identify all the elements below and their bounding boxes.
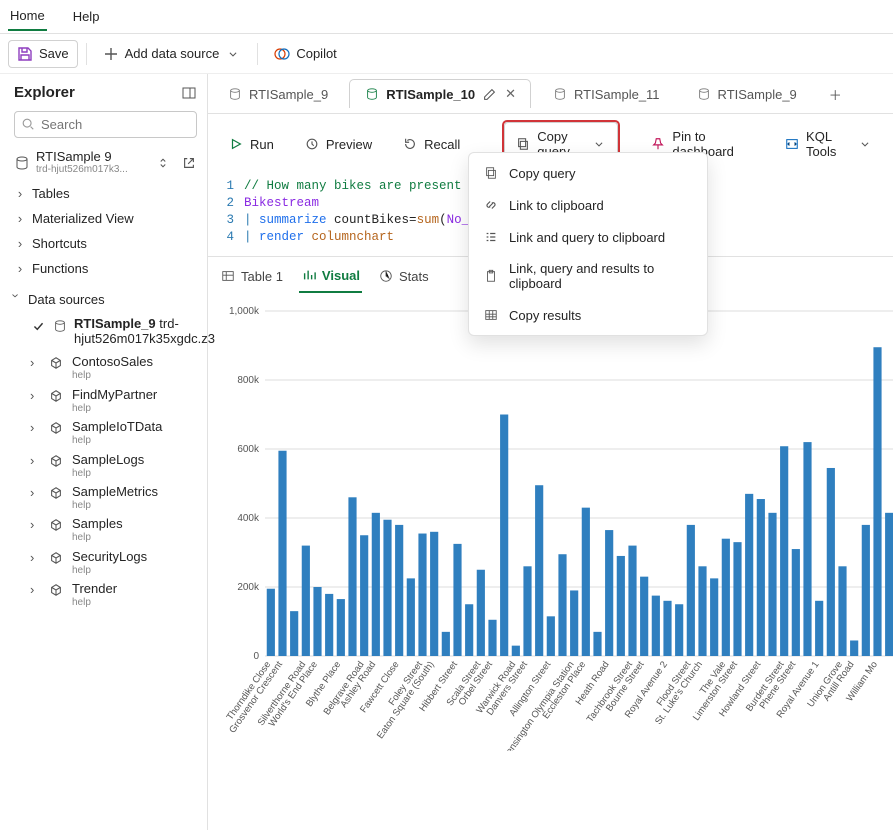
panel-collapse-icon[interactable] xyxy=(181,85,197,101)
tools-icon xyxy=(784,136,800,152)
db-name: RTISample 9 xyxy=(36,150,149,164)
add-data-source-button[interactable]: Add data source xyxy=(95,41,250,67)
query-icon xyxy=(227,86,243,102)
kql-tools-button[interactable]: KQL Tools xyxy=(774,123,883,165)
link-query-results-item[interactable]: Link, query and results to clipboard xyxy=(469,253,707,299)
database-icon xyxy=(52,318,68,334)
explorer-search-input[interactable] xyxy=(14,111,197,138)
check-icon xyxy=(30,318,46,334)
chevron-down-icon xyxy=(225,46,241,62)
ds-item[interactable]: › SampleIoTDatahelp xyxy=(0,417,207,449)
ds-selected-name: RTISample_9 xyxy=(74,316,156,331)
preview-icon xyxy=(304,136,320,152)
results-tab-table[interactable]: Table 1 xyxy=(218,264,285,292)
tree-tables[interactable]: ›Tables xyxy=(0,181,207,206)
pin-icon xyxy=(650,136,666,152)
svg-text:600k: 600k xyxy=(237,444,260,455)
chart-icon xyxy=(301,267,317,283)
explorer-title: Explorer xyxy=(14,84,75,101)
save-icon xyxy=(17,46,33,62)
updown-icon[interactable] xyxy=(155,155,171,171)
tree-shortcuts[interactable]: ›Shortcuts xyxy=(0,231,207,256)
svg-text:800k: 800k xyxy=(237,375,260,386)
add-data-source-label: Add data source xyxy=(125,46,220,61)
table-icon xyxy=(483,307,499,323)
table-icon xyxy=(220,268,236,284)
copy-icon xyxy=(515,136,531,152)
tree-functions[interactable]: ›Functions xyxy=(0,256,207,281)
plus-icon xyxy=(103,46,119,62)
edit-icon[interactable] xyxy=(481,86,497,102)
results-tab-visual[interactable]: Visual xyxy=(299,263,362,293)
ds-item[interactable]: › ContosoSaleshelp xyxy=(0,352,207,384)
tab-rtisample-11[interactable]: RTISample_11 xyxy=(537,79,675,108)
database-icon xyxy=(14,155,30,171)
ds-item[interactable]: › Sampleshelp xyxy=(0,514,207,546)
link-query-clipboard-item[interactable]: Link and query to clipboard xyxy=(469,221,707,253)
ds-item[interactable]: › SecurityLogshelp xyxy=(0,547,207,579)
clipboard-icon xyxy=(483,268,499,284)
copilot-icon xyxy=(274,46,290,62)
plus-icon: ＋ xyxy=(829,85,842,104)
ds-item[interactable]: › SampleMetricshelp xyxy=(0,482,207,514)
list-icon xyxy=(483,229,499,245)
cluster-icon xyxy=(48,388,64,404)
preview-button[interactable]: Preview xyxy=(294,130,382,158)
tree-data-sources[interactable]: › Data sources xyxy=(0,287,207,312)
copilot-button[interactable]: Copilot xyxy=(266,41,344,67)
tab-rtisample-9[interactable]: RTISample_9 xyxy=(212,79,343,108)
cluster-icon xyxy=(48,355,64,371)
chevron-down-icon xyxy=(857,136,873,152)
line-gutter: 1234 xyxy=(208,178,244,246)
cluster-icon xyxy=(48,550,64,566)
save-label: Save xyxy=(39,46,69,61)
copy-results-item[interactable]: Copy results xyxy=(469,299,707,331)
recall-icon xyxy=(402,136,418,152)
recall-button[interactable]: Recall xyxy=(392,130,470,158)
link-clipboard-item[interactable]: Link to clipboard xyxy=(469,189,707,221)
tab-rtisample-9b[interactable]: RTISample_9 xyxy=(681,79,812,108)
cluster-icon xyxy=(48,420,64,436)
cluster-icon xyxy=(48,453,64,469)
query-icon xyxy=(364,86,380,102)
run-button[interactable]: Run xyxy=(218,130,284,158)
results-tab-stats[interactable]: Stats xyxy=(376,264,431,292)
svg-text:400k: 400k xyxy=(237,513,260,524)
ds-selected[interactable]: RTISample_9 trd-hjut526m017k35xgdc.z3 xyxy=(0,312,207,352)
search-icon xyxy=(20,116,36,132)
tree-materialized-view[interactable]: ›Materialized View xyxy=(0,206,207,231)
cluster-icon xyxy=(48,517,64,533)
cluster-icon xyxy=(48,582,64,598)
column-chart: 0200k400k600k800k1,000kThorndike CloseGr… xyxy=(208,293,893,830)
svg-text:1,000k: 1,000k xyxy=(229,306,260,317)
save-button[interactable]: Save xyxy=(8,40,78,68)
menu-help[interactable]: Help xyxy=(71,3,102,30)
copy-query-dropdown: Copy query Link to clipboard Link and qu… xyxy=(468,152,708,336)
popout-icon[interactable] xyxy=(181,155,197,171)
query-tabs: RTISample_9 RTISample_10 ✕ RTISample_11 … xyxy=(208,74,893,113)
svg-text:0: 0 xyxy=(253,651,259,662)
ds-item[interactable]: › Trenderhelp xyxy=(0,579,207,611)
svg-text:200k: 200k xyxy=(237,582,260,593)
copy-query-item[interactable]: Copy query xyxy=(469,157,707,189)
close-tab-icon[interactable]: ✕ xyxy=(505,86,516,102)
add-tab-button[interactable]: ＋ xyxy=(818,78,853,110)
chevron-down-icon xyxy=(591,136,607,152)
ds-item[interactable]: › FindMyPartnerhelp xyxy=(0,385,207,417)
copilot-label: Copilot xyxy=(296,46,336,61)
db-sub: trd-hjut526m017k3... xyxy=(36,164,149,175)
cluster-icon xyxy=(48,485,64,501)
query-icon xyxy=(696,86,712,102)
tab-rtisample-10[interactable]: RTISample_10 ✕ xyxy=(349,79,531,108)
ds-item[interactable]: › SampleLogshelp xyxy=(0,450,207,482)
query-icon xyxy=(552,86,568,102)
menu-home[interactable]: Home xyxy=(8,2,47,31)
copy-icon xyxy=(483,165,499,181)
link-icon xyxy=(483,197,499,213)
play-icon xyxy=(228,136,244,152)
stats-icon xyxy=(378,268,394,284)
